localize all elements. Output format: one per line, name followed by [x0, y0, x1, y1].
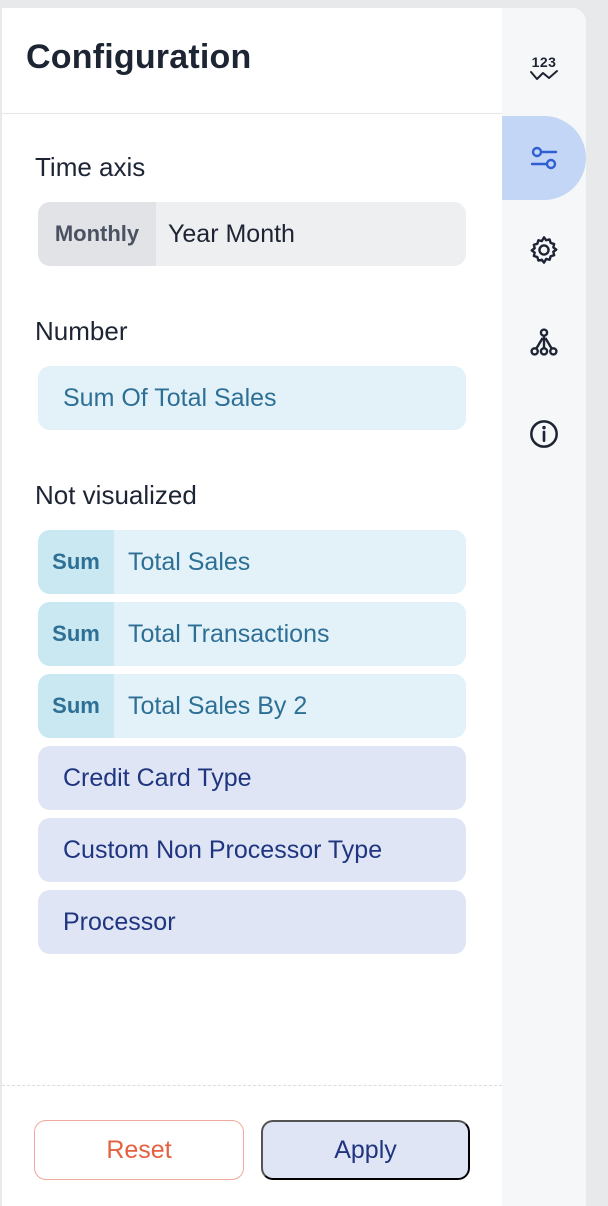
aggregation-tag[interactable]: Sum — [38, 602, 114, 666]
trend-line-icon — [530, 70, 558, 80]
gear-icon — [530, 236, 558, 264]
panel-title: Configuration — [26, 38, 252, 76]
config-main: Configuration Time axis Monthly Year Mon… — [2, 8, 502, 1206]
rail-item-info[interactable] — [502, 392, 586, 476]
time-axis-field[interactable]: Monthly Year Month — [38, 202, 466, 266]
measure-field-total-sales-by-2[interactable]: Sum Total Sales By 2 — [38, 674, 466, 738]
rail-item-fields[interactable] — [502, 116, 586, 200]
sliders-icon — [530, 146, 558, 170]
dimension-label: Custom Non Processor Type — [63, 835, 383, 864]
rail-item-connections[interactable] — [502, 300, 586, 384]
measure-field-total-transactions[interactable]: Sum Total Transactions — [38, 602, 466, 666]
dimension-field-processor[interactable]: Processor — [38, 890, 466, 954]
icon-rail: 123 — [502, 8, 586, 1206]
configuration-panel: Configuration Time axis Monthly Year Mon… — [2, 8, 586, 1206]
time-axis-heading: Time axis — [35, 152, 146, 182]
footer-divider — [2, 1085, 502, 1086]
number-chart-icon: 123 — [529, 55, 559, 81]
aggregation-tag[interactable]: Sum — [38, 530, 114, 594]
reset-button[interactable]: Reset — [34, 1120, 244, 1180]
not-visualized-heading: Not visualized — [35, 480, 197, 510]
measure-field-total-sales[interactable]: Sum Total Sales — [38, 530, 466, 594]
time-axis-field-label: Year Month — [168, 219, 295, 248]
measure-label: Total Transactions — [128, 619, 330, 648]
measure-label: Total Sales By 2 — [128, 691, 308, 720]
aggregation-tag[interactable]: Sum — [38, 674, 114, 738]
fork-icon — [530, 328, 558, 356]
panel-header: Configuration — [2, 8, 502, 114]
info-icon — [530, 420, 558, 448]
number-field[interactable]: Sum Of Total Sales — [38, 366, 466, 430]
number-heading: Number — [35, 316, 128, 346]
number-chart-icon-label: 123 — [531, 54, 557, 70]
rail-item-settings[interactable] — [502, 208, 586, 292]
number-field-label: Sum Of Total Sales — [63, 383, 277, 412]
apply-button[interactable]: Apply — [261, 1120, 470, 1180]
dimension-field-custom-non-processor-type[interactable]: Custom Non Processor Type — [38, 818, 466, 882]
rail-item-number-chart[interactable]: 123 — [502, 26, 586, 110]
dimension-field-credit-card-type[interactable]: Credit Card Type — [38, 746, 466, 810]
dimension-label: Processor — [63, 907, 176, 936]
granularity-tag[interactable]: Monthly — [38, 202, 156, 266]
dimension-label: Credit Card Type — [63, 763, 252, 792]
measure-label: Total Sales — [128, 547, 251, 576]
